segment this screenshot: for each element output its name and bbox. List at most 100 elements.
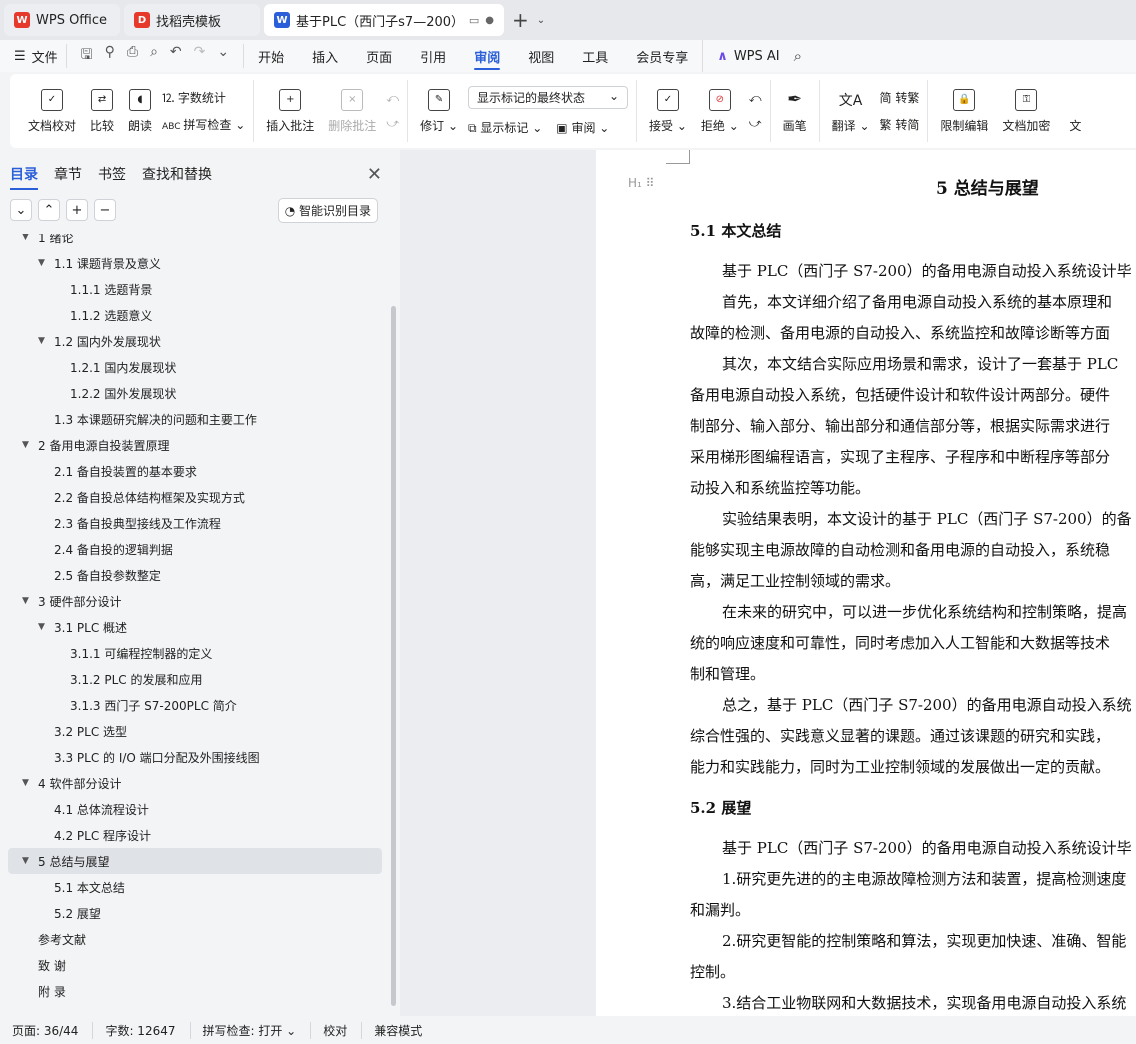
track-changes-button[interactable]: ✎ 修订 ⌄ xyxy=(416,88,462,134)
expand-triangle-icon[interactable]: ▼ xyxy=(38,336,50,346)
doc-check-button[interactable]: ✓ 文档校对 xyxy=(24,88,80,134)
markup-state-select[interactable]: 显示标记的最终状态 ⌄ xyxy=(468,86,629,109)
expand-triangle-icon[interactable]: ▼ xyxy=(38,622,50,632)
save-icon[interactable]: 🖫 xyxy=(81,44,93,68)
toc-item[interactable]: 1.1.2 选题意义 xyxy=(0,302,392,328)
collapse-up-icon[interactable]: ⌃ xyxy=(38,199,60,221)
close-icon[interactable]: ✕ xyxy=(367,164,382,185)
to-simplified-button[interactable]: 繁 转简 xyxy=(880,116,920,133)
toc-item[interactable]: 4.1 总体流程设计 xyxy=(0,796,392,822)
restrict-edit-button[interactable]: 🔒 限制编辑 xyxy=(936,88,992,134)
toc-item[interactable]: 2.1 备自投装置的基本要求 xyxy=(0,458,392,484)
expand-down-icon[interactable]: ⌄ xyxy=(10,199,32,221)
word-count-indicator[interactable]: 字数: 12647 xyxy=(105,1021,191,1039)
delete-comment-button[interactable]: × 删除批注 xyxy=(324,88,380,134)
toc-item[interactable]: 5.2 展望 xyxy=(0,900,392,926)
menu-page[interactable]: 页面 xyxy=(352,40,406,72)
toc-item[interactable]: 附 录 xyxy=(0,978,392,1004)
menu-review[interactable]: 审阅 xyxy=(460,40,514,72)
unsaved-dot-icon[interactable]: ● xyxy=(485,15,494,26)
expand-triangle-icon[interactable]: ▼ xyxy=(22,234,34,242)
expand-triangle-icon[interactable]: ▼ xyxy=(22,440,34,450)
remove-heading-icon[interactable]: − xyxy=(94,199,116,221)
expand-triangle-icon[interactable]: ▼ xyxy=(22,778,34,788)
toc-item[interactable]: ▼ 3 硬件部分设计 xyxy=(0,588,392,614)
toc-item[interactable]: ▼ 1 绪论 xyxy=(0,234,392,250)
redo-icon[interactable]: ↷ xyxy=(194,44,206,68)
menu-references[interactable]: 引用 xyxy=(406,40,460,72)
tab-current-document[interactable]: W 基于PLC（西门子s7—200）的 ▭ ● xyxy=(264,4,504,36)
expand-triangle-icon[interactable]: ▼ xyxy=(22,596,34,606)
toc-item[interactable]: ▼ 1.2 国内外发展现状 xyxy=(0,328,392,354)
reject-button[interactable]: ⊘ 拒绝 ⌄ xyxy=(697,88,743,134)
toc-item[interactable]: 3.3 PLC 的 I/O 端口分配及外围接线图 xyxy=(0,744,392,770)
heading-drag-handle-icon[interactable]: H₁ ⠿ xyxy=(628,176,654,190)
document-page[interactable]: H₁ ⠿ 5 总结与展望 5.1 本文总结 基于 PLC（西门子 S7-200）的… xyxy=(596,150,1136,1016)
tab-docer-templates[interactable]: D 找稻壳模板 xyxy=(124,4,260,36)
expand-triangle-icon[interactable]: ▼ xyxy=(22,856,34,866)
menu-insert[interactable]: 插入 xyxy=(298,40,352,72)
toc-item[interactable]: ▼ 1.1 课题背景及意义 xyxy=(0,250,392,276)
toc-item[interactable]: ▼ 4 软件部分设计 xyxy=(0,770,392,796)
tab-wps-office[interactable]: W WPS Office xyxy=(4,4,120,36)
menu-start[interactable]: 开始 xyxy=(244,40,298,72)
nav-pane-scrollbar[interactable] xyxy=(390,150,398,1016)
toc-item[interactable]: ▼ 3.1 PLC 概述 xyxy=(0,614,392,640)
tab-list-chevron-icon[interactable]: ⌄ xyxy=(537,15,545,26)
menu-wps-ai[interactable]: ∧ WPS AI xyxy=(702,40,793,72)
monitor-icon[interactable]: ▭ xyxy=(469,14,479,27)
toc-item[interactable]: 3.2 PLC 选型 xyxy=(0,718,392,744)
menu-tools[interactable]: 工具 xyxy=(568,40,622,72)
share-icon[interactable]: ⚲ xyxy=(105,44,115,68)
toc-item[interactable]: 2.5 备自投参数整定 xyxy=(0,562,392,588)
toc-item[interactable]: 1.3 本课题研究解决的问题和主要工作 xyxy=(0,406,392,432)
add-heading-icon[interactable]: + xyxy=(66,199,88,221)
toc-item[interactable]: 5.1 本文总结 xyxy=(0,874,392,900)
toc-item[interactable]: 4.2 PLC 程序设计 xyxy=(0,822,392,848)
tab-chapters[interactable]: 章节 xyxy=(54,164,82,184)
more-ribbon-button[interactable]: 文 xyxy=(1060,89,1090,134)
search-icon[interactable]: ⌕ xyxy=(794,47,802,65)
encrypt-button[interactable]: ⚿ 文档加密 xyxy=(998,88,1054,134)
show-markup-button[interactable]: ⧉ 显示标记 ⌄ xyxy=(468,119,542,136)
toc-item[interactable]: 1.2.2 国外发展现状 xyxy=(0,380,392,406)
toc-item[interactable]: 1.1.1 选题背景 xyxy=(0,276,392,302)
toc-item[interactable]: 3.1.2 PLC 的发展和应用 xyxy=(0,666,392,692)
compare-button[interactable]: ⇄ 比较 xyxy=(86,88,118,134)
next-comment-icon[interactable]: ⤻ xyxy=(386,116,399,131)
print-icon[interactable]: ⎙ xyxy=(127,44,138,68)
page-indicator[interactable]: 页面: 36/44 xyxy=(12,1021,94,1039)
toc-item[interactable]: 3.1.1 可编程控制器的定义 xyxy=(0,640,392,666)
toc-item[interactable]: 2.4 备自投的逻辑判据 xyxy=(0,536,392,562)
toc-item[interactable]: 2.3 备自投典型接线及工作流程 xyxy=(0,510,392,536)
to-traditional-button[interactable]: 简 转繁 xyxy=(880,89,920,106)
tab-bookmarks[interactable]: 书签 xyxy=(98,164,126,184)
previous-change-icon[interactable]: ⤺ xyxy=(749,91,762,106)
tab-find-replace[interactable]: 查找和替换 xyxy=(142,164,212,184)
expand-triangle-icon[interactable]: ▼ xyxy=(38,258,50,268)
next-change-icon[interactable]: ⤻ xyxy=(749,116,762,131)
menu-view[interactable]: 视图 xyxy=(514,40,568,72)
toc-item[interactable]: 3.1.3 西门子 S7-200PLC 简介 xyxy=(0,692,392,718)
toc-item[interactable]: ▼ 2 备用电源自投装置原理 xyxy=(0,432,392,458)
scrollbar-thumb[interactable] xyxy=(391,306,396,1006)
print-preview-icon[interactable]: ⌕ xyxy=(150,44,158,68)
spell-check-indicator[interactable]: 拼写检查: 打开 ⌄ xyxy=(203,1021,312,1039)
word-count-button[interactable]: ⒓ 字数统计 xyxy=(162,89,245,106)
new-tab-plus-icon[interactable]: + xyxy=(508,8,533,32)
toc-item[interactable]: 1.2.1 国内发展现状 xyxy=(0,354,392,380)
translate-button[interactable]: 文A 翻译 ⌄ xyxy=(828,89,874,134)
review-pane-button[interactable]: ▣ 审阅 ⌄ xyxy=(556,119,609,136)
tab-toc[interactable]: 目录 xyxy=(10,164,38,190)
smart-toc-button[interactable]: ◔ 智能识别目录 xyxy=(277,197,378,223)
toc-item[interactable]: 致 谢 xyxy=(0,952,392,978)
read-aloud-button[interactable]: ◖ 朗读 xyxy=(124,88,156,134)
quick-access-more-icon[interactable]: ⌄ xyxy=(217,44,229,68)
spell-check-button[interactable]: ABC 拼写检查 ⌄ xyxy=(162,116,245,133)
pen-button[interactable]: ✒ 画笔 xyxy=(779,89,811,134)
proofread-indicator[interactable]: 校对 xyxy=(323,1021,363,1039)
file-menu[interactable]: ☰ 文件 xyxy=(0,47,66,66)
toc-item[interactable]: 参考文献 xyxy=(0,926,392,952)
accept-button[interactable]: ✓ 接受 ⌄ xyxy=(645,88,691,134)
insert-comment-button[interactable]: + 插入批注 xyxy=(262,88,318,134)
